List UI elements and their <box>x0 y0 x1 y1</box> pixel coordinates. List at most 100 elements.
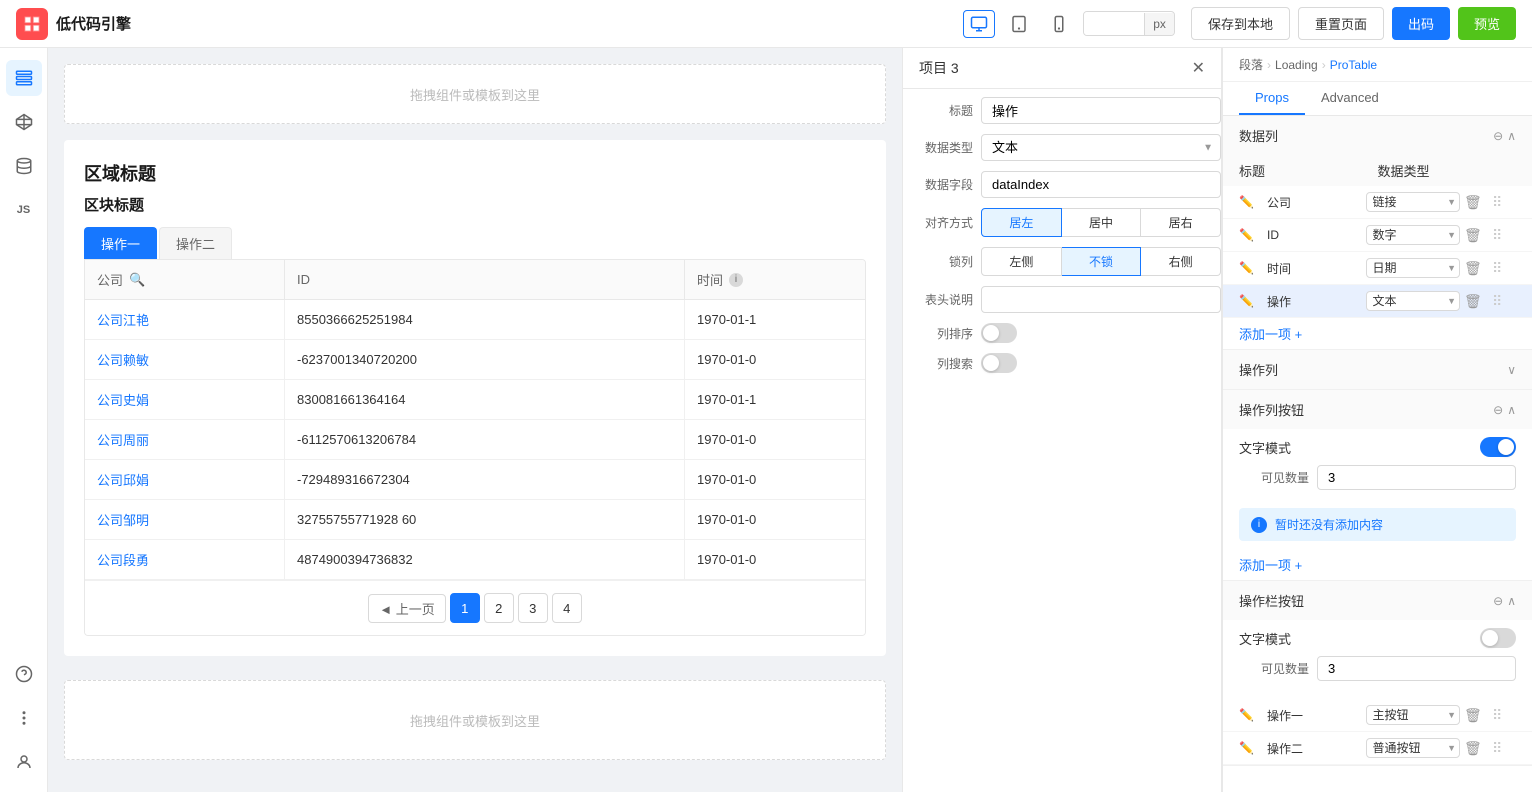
sort-toggle[interactable] <box>981 323 1017 343</box>
delete-icon-company[interactable]: 🗑 <box>1464 194 1488 211</box>
edit-icon-toolbar-0[interactable]: ✏️ <box>1239 708 1263 722</box>
canvas-drop-zone-top[interactable]: 拖拽组件或模板到这里 <box>64 64 886 124</box>
lock-none-btn[interactable]: 不锁 <box>1062 247 1142 276</box>
page-btn-3[interactable]: 3 <box>518 593 548 623</box>
align-btn-group: 居左 居中 居右 <box>981 208 1221 237</box>
delete-icon-toolbar-0[interactable]: 🗑 <box>1464 707 1488 724</box>
save-local-btn[interactable]: 保存到本地 <box>1191 7 1290 40</box>
toolbar-visible-count-input[interactable] <box>1317 656 1516 681</box>
edit-icon-action[interactable]: ✏️ <box>1239 294 1263 308</box>
td-company-3[interactable]: 公司周丽 <box>85 420 285 459</box>
td-company-0[interactable]: 公司江艳 <box>85 300 285 339</box>
chevron-up-icon[interactable]: ∧ <box>1507 403 1516 417</box>
delete-icon-action[interactable]: 🗑 <box>1464 293 1488 310</box>
breadcrumb: 段落 › Loading › ProTable <box>1223 48 1532 82</box>
align-center-btn[interactable]: 居中 <box>1062 208 1142 237</box>
delete-icon-toolbar-1[interactable]: 🗑 <box>1464 740 1488 757</box>
col-editor-close-icon[interactable]: ✕ <box>1192 58 1205 78</box>
td-company-4[interactable]: 公司邱娟 <box>85 460 285 499</box>
toolbar-btn-type-0[interactable]: 主按钮普通按钮危险按钮 <box>1366 705 1461 725</box>
preview-btn[interactable]: 预览 <box>1458 7 1516 40</box>
page-btn-2[interactable]: 2 <box>484 593 514 623</box>
lock-right-btn[interactable]: 右侧 <box>1141 247 1221 276</box>
delete-icon-id[interactable]: 🗑 <box>1464 227 1488 244</box>
export-code-btn[interactable]: 出码 <box>1392 7 1450 40</box>
drag-icon-toolbar-1[interactable]: ⠿ <box>1492 740 1516 757</box>
edit-icon-company[interactable]: ✏️ <box>1239 195 1263 209</box>
col-name-action[interactable] <box>1267 294 1362 308</box>
col-type-company[interactable]: 链接文本数字日期 <box>1366 192 1461 212</box>
edit-icon-toolbar-1[interactable]: ✏️ <box>1239 741 1263 755</box>
viewport-width-input[interactable]: 1152 <box>1084 12 1144 35</box>
prev-page-btn[interactable]: ◄ 上一页 <box>368 594 445 623</box>
page-btn-4[interactable]: 4 <box>552 593 582 623</box>
sidebar-icon-js[interactable]: JS <box>6 192 42 228</box>
minus-icon[interactable]: ⊖ <box>1493 403 1503 417</box>
align-right-btn[interactable]: 居右 <box>1141 208 1221 237</box>
minus-icon[interactable]: ⊖ <box>1493 129 1503 143</box>
breadcrumb-protable: ProTable <box>1330 58 1377 72</box>
tab-advanced[interactable]: Advanced <box>1305 82 1395 115</box>
search-toggle[interactable] <box>981 353 1017 373</box>
td-time-6: 1970-01-0 <box>685 540 865 579</box>
drag-icon-toolbar-0[interactable]: ⠿ <box>1492 707 1516 724</box>
drag-icon-action[interactable]: ⠿ <box>1492 293 1516 310</box>
td-company-1[interactable]: 公司赖敏 <box>85 340 285 379</box>
tab-props[interactable]: Props <box>1239 82 1305 115</box>
header-note-input[interactable] <box>981 286 1221 313</box>
action-col-text-mode-toggle[interactable] <box>1480 437 1516 457</box>
sidebar-icon-user[interactable] <box>6 744 42 780</box>
chevron-up-icon[interactable]: ∧ <box>1507 594 1516 608</box>
toolbar-btn-name-0[interactable] <box>1267 708 1362 722</box>
sidebar-icon-components[interactable] <box>6 104 42 140</box>
sidebar-icon-data[interactable] <box>6 148 42 184</box>
sidebar-icon-more[interactable] <box>6 700 42 736</box>
chevron-down-icon[interactable]: ∨ <box>1507 363 1516 377</box>
col-name-company[interactable] <box>1267 195 1362 209</box>
canvas-drop-zone-bottom[interactable]: 拖拽组件或模板到这里 <box>64 680 886 760</box>
data-field-label: 数据字段 <box>903 176 973 193</box>
td-company-6[interactable]: 公司段勇 <box>85 540 285 579</box>
table-tab-0[interactable]: 操作一 <box>84 227 157 259</box>
delete-icon-time[interactable]: 🗑 <box>1464 260 1488 277</box>
action-col-visible-count-input[interactable] <box>1317 465 1516 490</box>
data-field-input[interactable] <box>981 171 1221 198</box>
viewport-tablet-btn[interactable] <box>1003 10 1035 38</box>
td-company-5[interactable]: 公司邹明 <box>85 500 285 539</box>
viewport-width-input-wrap[interactable]: 1152 px <box>1083 11 1175 36</box>
align-left-btn[interactable]: 居左 <box>981 208 1062 237</box>
col-type-action[interactable]: 文本数字日期链接 <box>1366 291 1461 311</box>
viewport-unit-label: px <box>1144 13 1174 35</box>
toolbar-btn-type-1[interactable]: 主按钮普通按钮危险按钮 <box>1366 738 1461 758</box>
col-name-id[interactable] <box>1267 228 1362 242</box>
edit-icon-id[interactable]: ✏️ <box>1239 228 1263 242</box>
col-type-id[interactable]: 链接数字文本日期 <box>1366 225 1461 245</box>
edit-icon-time[interactable]: ✏️ <box>1239 261 1263 275</box>
add-data-col-btn[interactable]: 添加一项 + <box>1223 318 1532 349</box>
drag-icon-company[interactable]: ⠿ <box>1492 194 1516 211</box>
chevron-up-icon[interactable]: ∧ <box>1507 129 1516 143</box>
sidebar-icon-layers[interactable] <box>6 60 42 96</box>
toolbar-btn-name-1[interactable] <box>1267 741 1362 755</box>
search-icon[interactable]: 🔍 <box>129 272 145 288</box>
viewport-mobile-btn[interactable] <box>1043 10 1075 38</box>
info-icon[interactable]: i <box>729 273 743 287</box>
col-type-time[interactable]: 链接数字文本日期 <box>1366 258 1461 278</box>
lock-btn-group: 左侧 不锁 右侧 <box>981 247 1221 276</box>
toolbar-text-mode-toggle[interactable] <box>1480 628 1516 648</box>
page-btn-1[interactable]: 1 <box>450 593 480 623</box>
drag-icon-time[interactable]: ⠿ <box>1492 260 1516 277</box>
add-action-col-btn[interactable]: 添加一项 + <box>1223 549 1532 580</box>
drag-icon-id[interactable]: ⠿ <box>1492 227 1516 244</box>
sidebar-icon-help[interactable] <box>6 656 42 692</box>
lock-left-btn[interactable]: 左侧 <box>981 247 1062 276</box>
reset-page-btn[interactable]: 重置页面 <box>1298 7 1384 40</box>
title-input[interactable] <box>981 97 1221 124</box>
data-type-select[interactable]: 文本 数字 日期 链接 <box>981 134 1221 161</box>
main-layout: JS 拖拽组件或模板到这里 区域标题 区块标题 操作一 操作二 <box>0 48 1532 792</box>
table-tab-1[interactable]: 操作二 <box>159 227 232 259</box>
minus-icon[interactable]: ⊖ <box>1493 594 1503 608</box>
viewport-desktop-btn[interactable] <box>963 10 995 38</box>
td-company-2[interactable]: 公司史娟 <box>85 380 285 419</box>
col-name-time[interactable] <box>1267 261 1362 275</box>
